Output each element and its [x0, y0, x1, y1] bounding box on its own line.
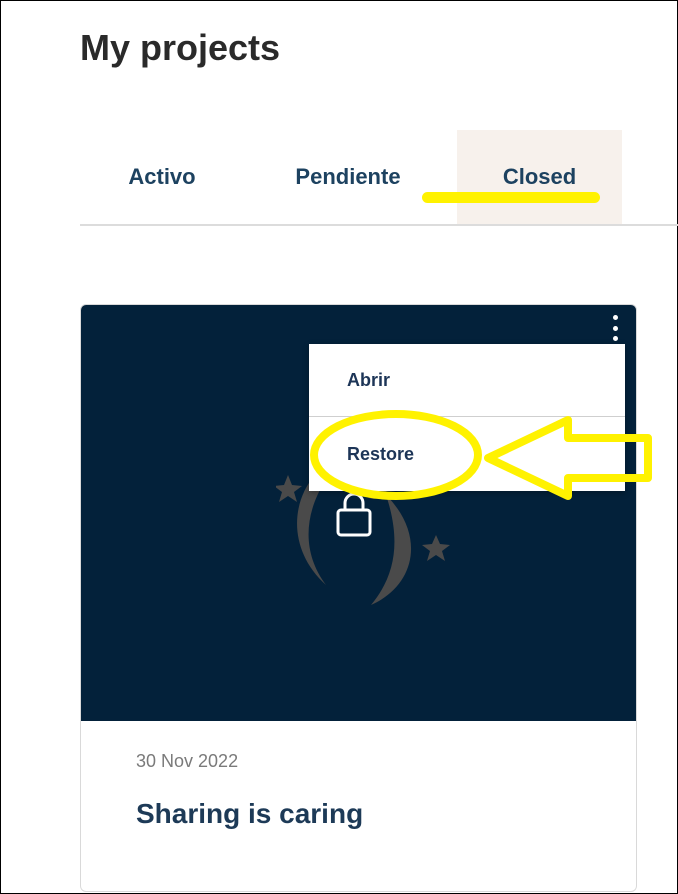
menu-item-abrir[interactable]: Abrir — [309, 344, 625, 417]
tab-label: Closed — [502, 164, 577, 189]
lock-icon — [336, 492, 372, 537]
page-title: My projects — [80, 27, 281, 68]
tab-label: Pendiente — [295, 164, 401, 189]
project-actions-menu: Abrir Restore — [309, 344, 625, 491]
annotation-underline — [422, 192, 600, 203]
project-title[interactable]: Sharing is caring — [136, 798, 363, 830]
project-date: 30 Nov 2022 — [136, 751, 239, 771]
tab-closed[interactable]: Closed — [457, 130, 622, 224]
tab-pendiente[interactable]: Pendiente — [264, 130, 432, 224]
kebab-menu-icon[interactable] — [608, 315, 622, 341]
menu-item-restore[interactable]: Restore — [309, 418, 625, 491]
tab-activo[interactable]: Activo — [97, 130, 227, 224]
project-tabs: Activo Pendiente Closed — [80, 130, 678, 226]
tab-label: Activo — [128, 164, 196, 189]
